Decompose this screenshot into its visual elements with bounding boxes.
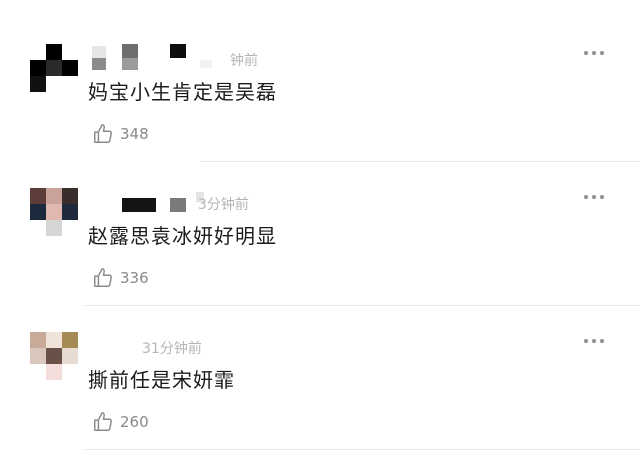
comment-text: 撕前任是宋妍霏: [88, 368, 235, 392]
comment-time: 钟前: [230, 53, 258, 69]
avatar-pixel: [62, 188, 78, 204]
comment-item: 31分钟前 撕前任是宋妍霏 260: [0, 306, 640, 450]
avatar[interactable]: [30, 188, 78, 236]
more-dots-icon[interactable]: [582, 192, 606, 202]
comment-header: 3分钟前: [88, 188, 348, 214]
avatar-pixel: [30, 188, 46, 204]
username-pixelated[interactable]: [88, 44, 228, 70]
comment-feed: 钟前 妈宝小生肯定是吴磊 348 3分钟前 赵露思袁冰妍好明显 336 31分钟…: [0, 0, 640, 459]
avatar-pixel: [62, 44, 78, 60]
avatar-pixel: [30, 76, 46, 92]
comment-text: 妈宝小生肯定是吴磊: [88, 80, 277, 104]
avatar-pixel: [46, 204, 62, 220]
avatar-pixel: [46, 220, 62, 236]
like-count: 260: [120, 413, 149, 431]
avatar-pixel: [62, 364, 78, 380]
thumbs-up-icon: [94, 124, 112, 143]
thumbs-up-icon: [94, 268, 112, 287]
avatar-pixel: [30, 60, 46, 76]
avatar-pixel: [30, 220, 46, 236]
avatar-pixel: [46, 44, 62, 60]
divider: [84, 449, 640, 450]
avatar-pixel: [46, 76, 62, 92]
more-dots-icon[interactable]: [582, 336, 606, 346]
avatar-pixel: [30, 348, 46, 364]
avatar-pixel: [46, 348, 62, 364]
avatar-pixel: [46, 188, 62, 204]
like-button[interactable]: 348: [92, 122, 149, 146]
avatar-pixel: [30, 364, 46, 380]
avatar-pixel: [30, 332, 46, 348]
comment-item: 3分钟前 赵露思袁冰妍好明显 336: [0, 162, 640, 306]
avatar-pixel: [46, 332, 62, 348]
like-button[interactable]: 260: [92, 410, 149, 434]
more-dots-icon[interactable]: [582, 48, 606, 58]
comment-header: 钟前: [88, 44, 348, 70]
comment-time: 3分钟前: [198, 197, 249, 213]
like-count: 348: [120, 125, 149, 143]
avatar-pixel: [62, 76, 78, 92]
like-count: 336: [120, 269, 149, 287]
comment-header: 31分钟前: [88, 332, 348, 358]
avatar-pixel: [62, 204, 78, 220]
avatar-pixel: [46, 364, 62, 380]
avatar-pixel: [62, 60, 78, 76]
avatar-pixel: [62, 348, 78, 364]
like-button[interactable]: 336: [92, 266, 149, 290]
thumbs-up-icon: [94, 412, 112, 431]
avatar[interactable]: [30, 332, 78, 380]
avatar[interactable]: [30, 44, 78, 92]
avatar-pixel: [62, 220, 78, 236]
comment-time: 31分钟前: [142, 341, 202, 357]
avatar-pixel: [46, 60, 62, 76]
avatar-pixel: [62, 332, 78, 348]
avatar-pixel: [30, 204, 46, 220]
comment-item: 钟前 妈宝小生肯定是吴磊 348: [0, 18, 640, 162]
avatar-pixel: [30, 44, 46, 60]
comment-text: 赵露思袁冰妍好明显: [88, 224, 277, 248]
